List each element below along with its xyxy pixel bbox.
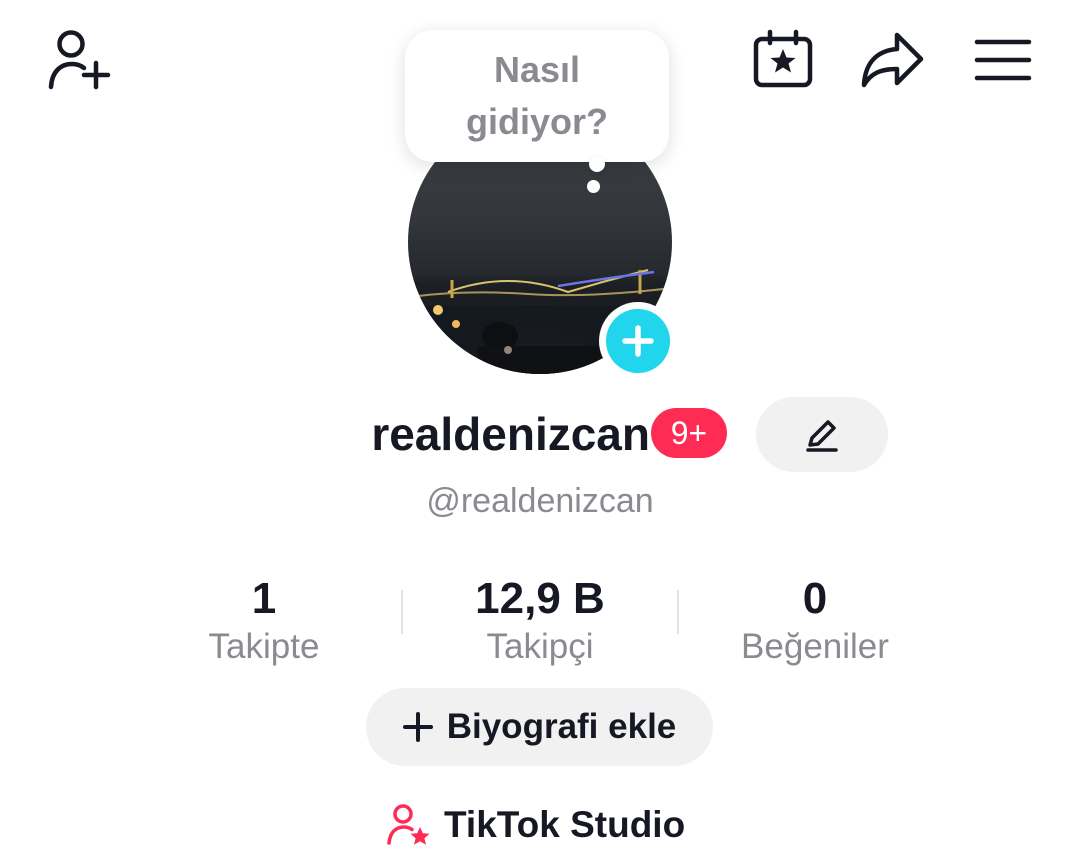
plus-icon: [622, 325, 654, 357]
stat-label: Takipçi: [486, 627, 594, 666]
username: realdenizcan: [371, 408, 650, 460]
thought-line-1: Nasıl: [493, 49, 581, 90]
add-bio-label: Biyografi ekle: [446, 707, 677, 746]
hamburger-menu-icon: [974, 39, 1032, 81]
thought-line-2: gidiyor?: [466, 101, 608, 142]
stat-divider: [677, 590, 679, 634]
add-avatar-button[interactable]: [599, 302, 677, 380]
calendar-button[interactable]: [750, 28, 816, 90]
stat-likes[interactable]: 0 Beğeniler: [695, 572, 935, 670]
stat-value: 1: [251, 574, 277, 623]
stat-followers[interactable]: 12,9 B Takipçi: [420, 572, 660, 670]
plus-icon: [402, 712, 433, 742]
share-button[interactable]: [858, 28, 926, 90]
stat-label: Beğeniler: [741, 627, 889, 666]
stat-value: 0: [802, 574, 828, 623]
tiktok-studio-link[interactable]: TikTok Studio: [386, 798, 685, 852]
thought-bubble-tail-dot: [587, 180, 600, 193]
thought-bubble[interactable]: Nasıl gidiyor?: [405, 30, 669, 162]
stat-divider: [401, 590, 403, 634]
share-arrow-icon: [861, 32, 924, 88]
notification-badge[interactable]: 9+: [651, 408, 727, 458]
add-friend-button[interactable]: [40, 26, 114, 92]
person-add-icon: [48, 30, 111, 90]
thought-bubble-tail: [589, 156, 605, 172]
calendar-star-icon: [753, 29, 813, 88]
pencil-icon: [806, 419, 838, 452]
menu-button[interactable]: [972, 34, 1034, 86]
studio-label: TikTok Studio: [444, 804, 686, 845]
person-star-icon: [387, 804, 430, 845]
stat-label: Takipte: [208, 627, 320, 666]
edit-profile-button[interactable]: [756, 397, 888, 472]
stat-following[interactable]: 1 Takipte: [144, 572, 384, 670]
add-bio-button[interactable]: Biyografi ekle: [366, 688, 713, 766]
stat-value: 12,9 B: [475, 574, 605, 623]
user-handle: @realdenizcan: [426, 482, 654, 520]
